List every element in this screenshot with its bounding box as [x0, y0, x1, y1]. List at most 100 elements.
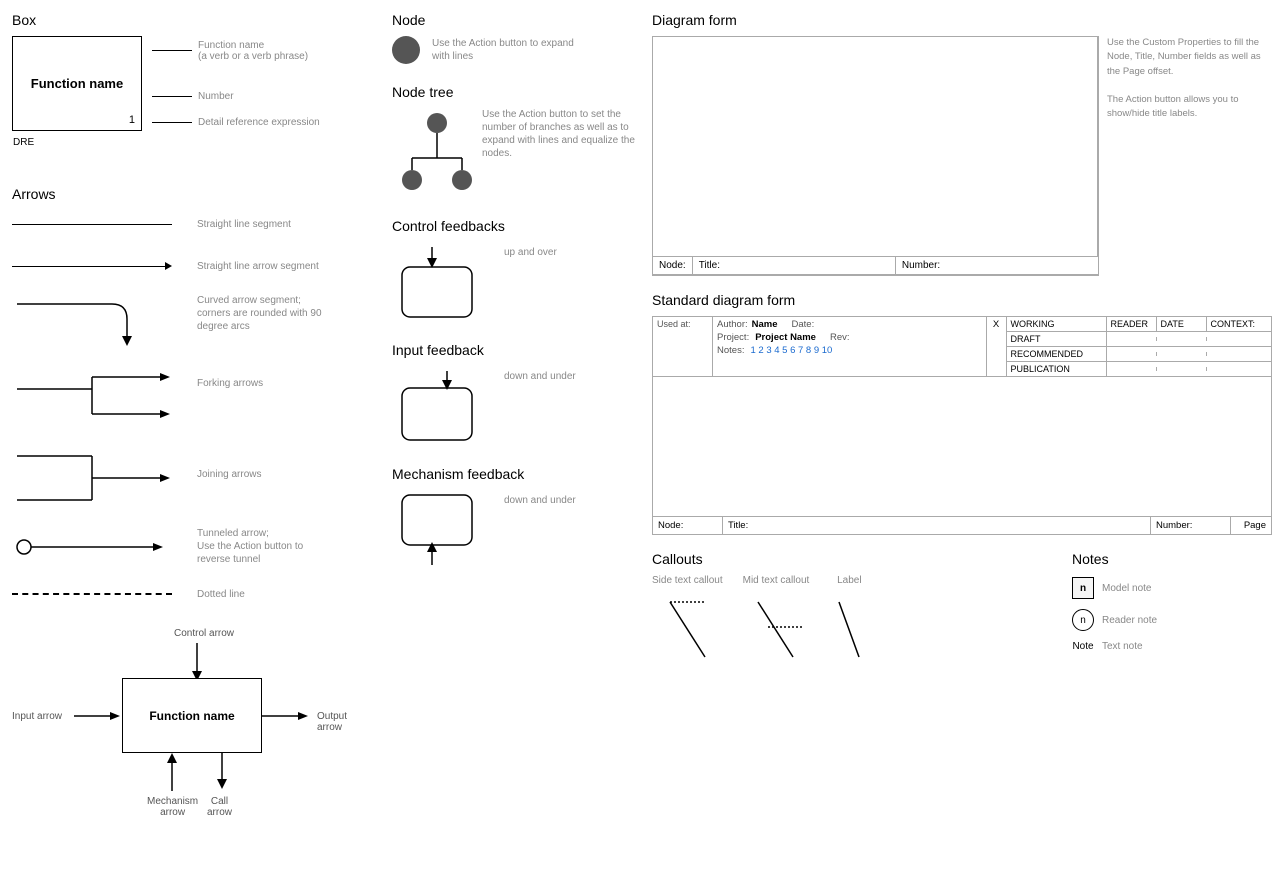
mechanism-feedback-row: down and under: [392, 490, 642, 570]
input-arrow-label: Input arrow: [12, 711, 62, 722]
std-x-label: X: [990, 319, 1003, 330]
text-note-label: Text note: [1102, 641, 1143, 652]
node-section: Node Use the Action button to expand wit…: [392, 12, 642, 64]
forking-svg: [12, 369, 197, 434]
function-diagram: Control arrow Function name Input arrow …: [12, 628, 372, 813]
input-feedback-row: down and under: [392, 366, 642, 446]
input-feedback-section: Input feedback down and under: [392, 342, 642, 446]
std-date-label: Date:: [792, 319, 815, 330]
arrow-diagram-straight: [12, 224, 197, 225]
model-note-box: n: [1072, 577, 1094, 599]
arrows-section: Arrows Straight line segment Straight li…: [12, 186, 382, 608]
node-tree-section: Node tree Use the Action button to set t…: [392, 84, 642, 198]
std-mid-project-row: Project: Project Name Rev:: [717, 332, 982, 343]
std-working-context: CONTEXT:: [1207, 317, 1272, 331]
notes-items: n Model note n Reader note Note T: [1072, 577, 1272, 652]
arrow-diagram-dotted: [12, 593, 197, 595]
reader-note-row: n Reader note: [1072, 609, 1272, 631]
node-row: Use the Action button to expand with lin…: [392, 36, 642, 64]
curved-arrow-svg: [12, 294, 172, 349]
std-mid-author-row: Author: Name Date:: [717, 319, 982, 330]
control-feedback-row: up and over: [392, 242, 642, 322]
diagram-form-notes: Use the Custom Properties to fill the No…: [1107, 36, 1272, 276]
call-arrow-label: Callarrow: [207, 796, 232, 818]
control-feedbacks-section: Control feedbacks up and over: [392, 218, 642, 322]
std-draft-date: [1157, 337, 1207, 341]
std-col-right: WORKING READER DATE CONTEXT: DRAFT: [1007, 317, 1272, 376]
std-recommended-reader: [1107, 352, 1157, 356]
std-footer-node: Node:: [653, 517, 723, 534]
std-drawing-area: [653, 377, 1271, 517]
arrow-row-curved: Curved arrow segment;corners are rounded…: [12, 294, 382, 349]
arrow-label-curved: Curved arrow segment;corners are rounded…: [197, 294, 322, 333]
std-rev-label: Rev:: [830, 332, 850, 343]
callouts-col: Callouts Side text callout Mid text call…: [652, 551, 1052, 662]
arrow-row-tunneled: Tunneled arrow;Use the Action button tor…: [12, 527, 382, 566]
mid-callout-svg: [748, 592, 803, 662]
callouts-row: Side text callout Mid text callout: [652, 575, 1052, 662]
node-tree-svg: [392, 108, 472, 198]
form-drawing-area: [653, 37, 1098, 256]
box-title: Box: [12, 12, 382, 28]
std-recommended-label: RECOMMENDED: [1007, 347, 1107, 361]
side-callout-item: Side text callout: [652, 575, 723, 662]
std-used-at: Used at:: [657, 319, 708, 329]
mechanism-feedback-svg: [392, 490, 492, 570]
std-author-name: Name: [752, 319, 778, 330]
reader-note-char: n: [1080, 615, 1086, 626]
call-arrow-svg: [212, 753, 232, 793]
label-callout-label: Label: [837, 575, 861, 586]
std-form-footer: Node: Title: Number: Page: [653, 517, 1271, 534]
reader-note-label: Reader note: [1102, 615, 1157, 626]
model-note-label: Model note: [1102, 583, 1151, 594]
form-footer: Node: Title: Number:: [653, 257, 1098, 275]
box-section: Box Function name 1 DRE Function name (a…: [12, 12, 382, 156]
label-callout-svg: [829, 592, 869, 662]
std-form-container: Used at: Author: Name Date: Project: Pro…: [652, 316, 1272, 535]
arrow-diagram-tunneled: [12, 537, 197, 557]
std-publication-date: [1157, 367, 1207, 371]
control-arrow-label: Control arrow: [174, 628, 234, 639]
std-publication-reader: [1107, 367, 1157, 371]
std-col-used-at: Used at:: [653, 317, 713, 376]
label-row-dre: Detail reference expression: [152, 117, 320, 128]
std-footer-title: Title:: [723, 517, 1151, 534]
right-two-col: Callouts Side text callout Mid text call…: [652, 551, 1272, 662]
arrow-label-tunneled: Tunneled arrow;Use the Action button tor…: [197, 527, 303, 566]
arrow-row-straight-arrow: Straight line arrow segment: [12, 252, 382, 280]
std-right-row-recommended: RECOMMENDED: [1007, 347, 1272, 362]
diagram-form-title: Diagram form: [652, 12, 1272, 28]
arrow-row-straight-line: Straight line segment: [12, 210, 382, 238]
std-form-header: Used at: Author: Name Date: Project: Pro…: [653, 317, 1271, 377]
label-callout-item: Label: [829, 575, 869, 662]
std-col-mid: Author: Name Date: Project: Project Name…: [713, 317, 987, 376]
box-function-name: Function name: [31, 76, 123, 91]
std-draft-label: DRAFT: [1007, 332, 1107, 346]
box-labels: Function name (a verb or a verb phrase) …: [152, 36, 320, 131]
side-callout-label: Side text callout: [652, 575, 723, 586]
control-feedback-label: up and over: [504, 247, 557, 258]
control-feedback-svg: [392, 242, 492, 322]
control-arrow-svg: [187, 643, 207, 683]
dotted-line: [12, 593, 172, 595]
std-project-name: Project Name: [755, 332, 816, 343]
diagram-form-notes-text: Use the Custom Properties to fill the No…: [1107, 36, 1272, 122]
node-tree-desc: Use the Action button to set the number …: [482, 108, 642, 160]
std-working-date: DATE: [1157, 317, 1207, 331]
box-number: 1: [129, 114, 135, 126]
arrow-diagram-arrow: [12, 262, 197, 270]
std-recommended-date: [1157, 352, 1207, 356]
node-title: Node: [392, 12, 642, 28]
arrow-label-straight: Straight line segment: [197, 218, 291, 231]
node-desc: Use the Action button to expand with lin…: [432, 37, 592, 63]
model-note-char: n: [1080, 583, 1086, 594]
node-tree-row: Use the Action button to set the number …: [392, 108, 642, 198]
std-form-section: Standard diagram form Used at: Author: N…: [652, 292, 1272, 535]
text-note-word: Note: [1072, 641, 1094, 652]
mechanism-feedback-title: Mechanism feedback: [392, 466, 642, 482]
std-notes-label: Notes:: [717, 345, 744, 356]
std-project-label: Project:: [717, 332, 749, 343]
std-right-row-working: WORKING READER DATE CONTEXT:: [1007, 317, 1272, 332]
box-dre: DRE: [13, 137, 34, 148]
straight-line: [12, 224, 172, 225]
